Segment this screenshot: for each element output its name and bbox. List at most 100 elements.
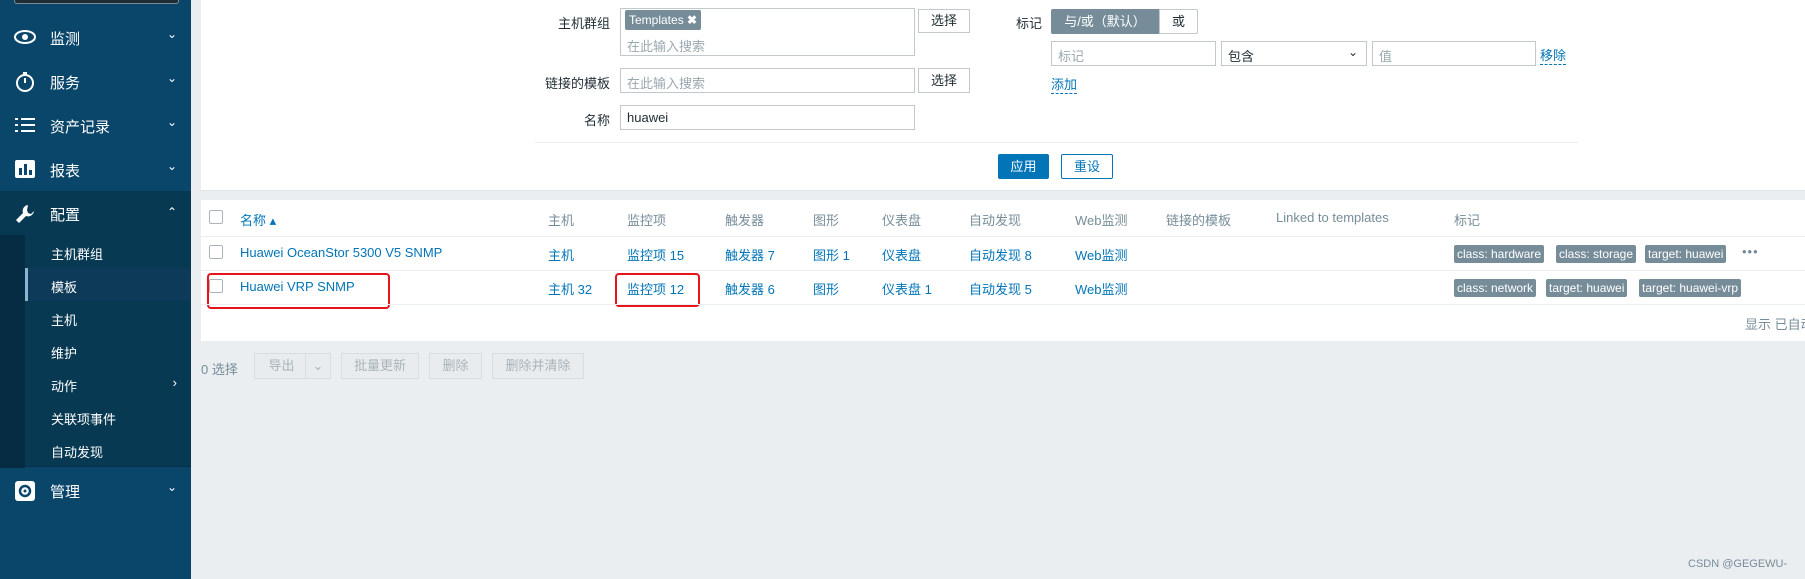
tag-badge[interactable]: class: storage bbox=[1556, 245, 1637, 263]
items-link[interactable]: 监控项 15 bbox=[627, 245, 684, 264]
chevron-down-icon: ⌄ bbox=[166, 480, 177, 494]
linked-templates-input[interactable]: 在此输入搜索 bbox=[620, 68, 915, 93]
host-group-select-button[interactable]: 选择 bbox=[918, 9, 970, 33]
host-group-label: 主机群组 bbox=[557, 16, 610, 31]
delete-button[interactable]: 删除 bbox=[429, 353, 482, 379]
tag-badge[interactable]: target: huawei-vrp bbox=[1639, 279, 1742, 297]
chevron-up-icon: ⌃ bbox=[166, 205, 177, 219]
graphs-link[interactable]: 图形 1 bbox=[813, 245, 850, 264]
mass-update-button[interactable]: 批量更新 bbox=[341, 353, 419, 379]
dashboards-link[interactable]: 仪表盘 1 bbox=[882, 279, 932, 298]
tag-badge[interactable]: class: hardware bbox=[1454, 245, 1545, 263]
submenu-item-actions[interactable]: 动作 › bbox=[25, 367, 191, 401]
button-label: 删除 bbox=[442, 358, 469, 373]
submenu-item-maintenance[interactable]: 维护 bbox=[25, 334, 191, 368]
discovery-link[interactable]: 自动发现 8 bbox=[969, 245, 1032, 264]
submenu-label: 模板 bbox=[51, 280, 78, 295]
eye-icon bbox=[14, 27, 36, 47]
chip-label: Templates bbox=[629, 13, 684, 27]
and-or-toggle[interactable]: 与/或（默认） bbox=[1051, 9, 1159, 34]
column-header-linked-to-templates: Linked to templates bbox=[1276, 210, 1389, 225]
button-label: 选择 bbox=[930, 73, 957, 88]
web-link[interactable]: Web监测 bbox=[1075, 279, 1128, 298]
sidebar-top-edge bbox=[14, 0, 179, 4]
add-tag-link[interactable]: 添加 bbox=[1051, 74, 1078, 94]
submenu-item-templates[interactable]: 模板 bbox=[25, 268, 191, 302]
chevron-down-icon: ⌄ bbox=[166, 115, 177, 129]
sidebar-item-configuration[interactable]: 配置 ⌃ bbox=[0, 191, 191, 235]
submenu-gutter bbox=[0, 235, 25, 468]
hosts-link[interactable]: 主机 32 bbox=[548, 279, 592, 298]
delete-and-clear-button[interactable]: 删除并清除 bbox=[492, 353, 584, 379]
tag-name-input[interactable]: 标记 bbox=[1051, 41, 1216, 66]
linked-templates-label: 链接的模板 bbox=[544, 76, 610, 91]
column-header-hosts: 主机 bbox=[548, 213, 575, 228]
dashboards-link[interactable]: 仪表盘 bbox=[882, 245, 921, 264]
list-icon bbox=[14, 115, 36, 135]
column-header-graphs: 图形 bbox=[813, 213, 840, 228]
triggers-link[interactable]: 触发器 7 bbox=[725, 245, 775, 264]
column-header-web: Web监测 bbox=[1075, 213, 1128, 228]
highlight-box-items bbox=[615, 273, 700, 307]
tag-operator-select[interactable]: 包含 ⌄ bbox=[1221, 41, 1367, 66]
column-header-linked-templates: 链接的模板 bbox=[1166, 213, 1232, 228]
button-label: 应用 bbox=[1010, 159, 1037, 174]
tag-badge[interactable]: target: huawei bbox=[1645, 245, 1727, 263]
name-input[interactable]: huawei bbox=[620, 105, 915, 130]
selected-count: 0 选择 bbox=[201, 362, 238, 377]
tags-label: 标记 bbox=[1015, 16, 1042, 31]
tag-value-input[interactable]: 值 bbox=[1372, 41, 1536, 66]
tag-badge[interactable]: target: huawei bbox=[1546, 279, 1628, 297]
button-label: 导出 bbox=[268, 358, 295, 373]
sidebar-item-monitoring[interactable]: 监测 ⌄ bbox=[0, 15, 191, 59]
sidebar-item-label: 报表 bbox=[50, 163, 81, 180]
button-label: 选择 bbox=[930, 13, 957, 28]
close-icon[interactable]: ✖ bbox=[687, 13, 697, 27]
chevron-down-icon: ⌄ bbox=[312, 358, 324, 373]
host-group-placeholder: 在此输入搜索 bbox=[627, 39, 706, 54]
sidebar-item-label: 资产记录 bbox=[50, 119, 111, 136]
reset-button[interactable]: 重设 bbox=[1061, 154, 1113, 179]
sidebar-item-administration[interactable]: 管理 ⌄ bbox=[0, 468, 191, 512]
export-button[interactable]: 导出 bbox=[254, 353, 309, 379]
submenu-label: 维护 bbox=[51, 346, 78, 361]
sidebar-item-inventory[interactable]: 资产记录 ⌄ bbox=[0, 103, 191, 147]
submenu-label: 主机群组 bbox=[51, 247, 104, 262]
or-toggle[interactable]: 或 bbox=[1159, 9, 1198, 34]
submenu-item-event-correlation[interactable]: 关联项事件 bbox=[25, 400, 191, 434]
chevron-down-icon: ⌄ bbox=[1347, 45, 1358, 59]
button-label: 批量更新 bbox=[353, 358, 406, 373]
sidebar-item-reports[interactable]: 报表 ⌄ bbox=[0, 147, 191, 191]
sidebar-item-services[interactable]: 服务 ⌄ bbox=[0, 59, 191, 103]
triggers-link[interactable]: 触发器 6 bbox=[725, 279, 775, 298]
remove-tag-link[interactable]: 移除 bbox=[1540, 45, 1567, 65]
web-link[interactable]: Web监测 bbox=[1075, 245, 1128, 264]
stopwatch-icon bbox=[14, 71, 36, 92]
more-tags-icon[interactable]: ••• bbox=[1742, 244, 1759, 259]
value-placeholder: 值 bbox=[1379, 49, 1393, 64]
chevron-down-icon: ⌄ bbox=[166, 27, 177, 41]
toggle-label: 或 bbox=[1171, 14, 1185, 29]
host-group-chip[interactable]: Templates ✖ bbox=[625, 10, 702, 30]
button-label: 重设 bbox=[1073, 159, 1100, 174]
row-checkbox[interactable] bbox=[209, 245, 223, 259]
column-header-tags: 标记 bbox=[1454, 213, 1481, 228]
column-header-name[interactable]: 名称 ▴ bbox=[240, 210, 276, 229]
select-all-checkbox[interactable] bbox=[209, 210, 223, 224]
operator-value: 包含 bbox=[1228, 49, 1255, 64]
apply-button[interactable]: 应用 bbox=[998, 154, 1049, 179]
tag-badge[interactable]: class: network bbox=[1454, 279, 1537, 297]
hosts-link[interactable]: 主机 bbox=[548, 245, 574, 264]
template-name-link[interactable]: Huawei OceanStor 5300 V5 SNMP bbox=[240, 245, 442, 260]
export-dropdown-button[interactable]: ⌄ bbox=[305, 353, 331, 379]
discovery-link[interactable]: 自动发现 5 bbox=[969, 279, 1032, 298]
tag-placeholder: 标记 bbox=[1058, 49, 1085, 64]
linked-templates-select-button[interactable]: 选择 bbox=[918, 68, 970, 93]
submenu-item-discovery[interactable]: 自动发现 bbox=[25, 433, 191, 467]
paging-summary: 显示 已自动 bbox=[1745, 317, 1805, 332]
submenu-item-hosts[interactable]: 主机 bbox=[25, 301, 191, 335]
graphs-link[interactable]: 图形 bbox=[813, 279, 839, 298]
table-divider bbox=[201, 304, 1805, 305]
column-header-dashboards: 仪表盘 bbox=[882, 213, 922, 228]
submenu-item-host-groups[interactable]: 主机群组 bbox=[25, 235, 191, 269]
